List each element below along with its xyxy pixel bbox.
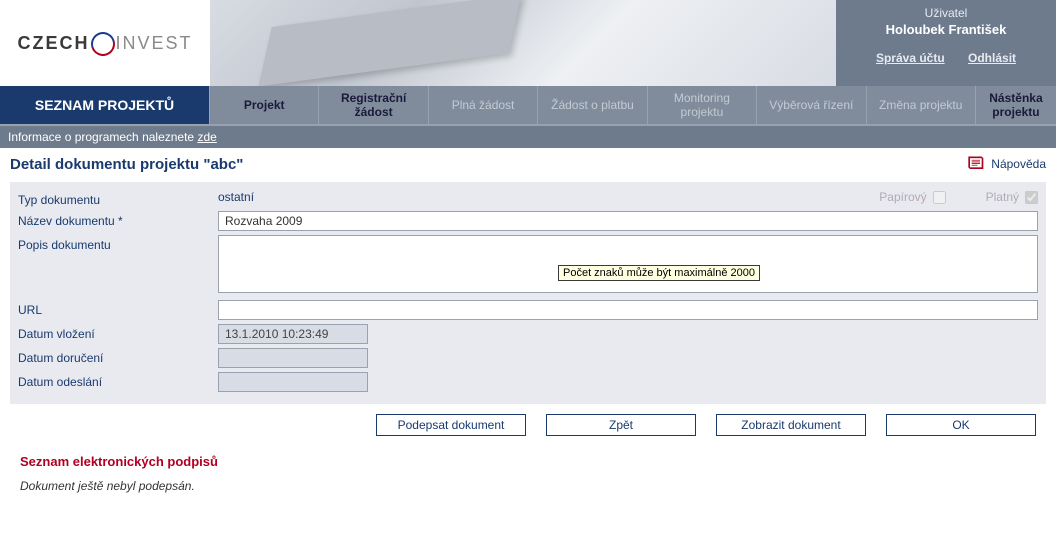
label-datum-odeslani: Datum odeslání	[18, 372, 218, 389]
signatures-status: Dokument ještě nebyl podepsán.	[10, 473, 1046, 507]
value-datum-doruceni	[218, 348, 368, 368]
checkbox-papirovy-label: Papírový	[879, 190, 926, 204]
textarea-popis[interactable]	[218, 235, 1038, 293]
nav-nastenka[interactable]: Nástěnka projektu	[976, 86, 1056, 124]
info-link[interactable]: zde	[197, 130, 216, 144]
tooltip-char-limit: Počet znaků může být maximálně 2000	[558, 265, 760, 281]
help-link[interactable]: Nápověda	[965, 154, 1046, 174]
zobrazit-button[interactable]: Zobrazit dokument	[716, 414, 866, 436]
nav-plna-zadost[interactable]: Plná žádost	[429, 86, 538, 124]
nav-zadost-o-platbu[interactable]: Žádost o platbu	[538, 86, 647, 124]
logo-text-dark: CZECH	[17, 33, 89, 54]
logo-area: CZECH INVEST	[0, 0, 210, 86]
zpet-button[interactable]: Zpět	[546, 414, 696, 436]
nav-projekt[interactable]: Projekt	[210, 86, 319, 124]
checkbox-platny[interactable]	[1025, 191, 1038, 204]
header: CZECH INVEST Uživatel Holoubek František …	[0, 0, 1056, 86]
checkbox-platny-label: Platný	[986, 190, 1019, 204]
help-icon	[965, 154, 985, 174]
info-bar: Informace o programech naleznete zde	[0, 126, 1056, 148]
nav-vyberova-rizeni[interactable]: Výběrová řízení	[757, 86, 866, 124]
title-bar: Detail dokumentu projektu "abc" Nápověda	[10, 154, 1046, 174]
logo-icon	[91, 32, 113, 54]
ok-button[interactable]: OK	[886, 414, 1036, 436]
label-datum-doruceni: Datum doručení	[18, 348, 218, 365]
nav-seznam-projektu[interactable]: SEZNAM PROJEKTŮ	[0, 86, 210, 124]
button-row: Podepsat dokument Zpět Zobrazit dokument…	[10, 404, 1046, 450]
nav-monitoring[interactable]: Monitoring projektu	[648, 86, 757, 124]
signatures-title: Seznam elektronických podpisů	[10, 450, 1046, 473]
label-nazev: Název dokumentu *	[18, 211, 218, 228]
value-typ: ostatní	[218, 190, 254, 204]
input-nazev[interactable]	[218, 211, 1038, 231]
nav-zmena-projektu[interactable]: Změna projektu	[867, 86, 976, 124]
form-area: Typ dokumentu ostatní Papírový Platný Ná…	[10, 182, 1046, 404]
input-url[interactable]	[218, 300, 1038, 320]
banner-image	[210, 0, 836, 86]
page-title: Detail dokumentu projektu "abc"	[10, 156, 243, 173]
main-nav: SEZNAM PROJEKTŮ Projekt Registrační žádo…	[0, 86, 1056, 126]
nav-registracni-zadost[interactable]: Registrační žádost	[319, 86, 428, 124]
checkbox-papirovy[interactable]	[933, 191, 946, 204]
label-popis: Popis dokumentu	[18, 235, 218, 252]
label-datum-vlozeni: Datum vložení	[18, 324, 218, 341]
user-panel: Uživatel Holoubek František Správa účtu …	[836, 0, 1056, 86]
podepsat-button[interactable]: Podepsat dokument	[376, 414, 526, 436]
user-name: Holoubek František	[844, 22, 1048, 37]
logout-link[interactable]: Odhlásit	[968, 51, 1016, 65]
value-datum-vlozeni	[218, 324, 368, 344]
value-datum-odeslani	[218, 372, 368, 392]
label-typ: Typ dokumentu	[18, 190, 218, 207]
info-text: Informace o programech naleznete	[8, 130, 197, 144]
label-url: URL	[18, 300, 218, 317]
logo[interactable]: CZECH INVEST	[17, 32, 192, 54]
user-label: Uživatel	[844, 6, 1048, 20]
content: Detail dokumentu projektu "abc" Nápověda…	[0, 148, 1056, 519]
checkbox-platny-wrap: Platný	[986, 190, 1038, 204]
logo-text-light: INVEST	[115, 33, 192, 54]
account-link[interactable]: Správa účtu	[876, 51, 945, 65]
help-label: Nápověda	[991, 157, 1046, 171]
checkbox-papirovy-wrap: Papírový	[879, 190, 945, 204]
